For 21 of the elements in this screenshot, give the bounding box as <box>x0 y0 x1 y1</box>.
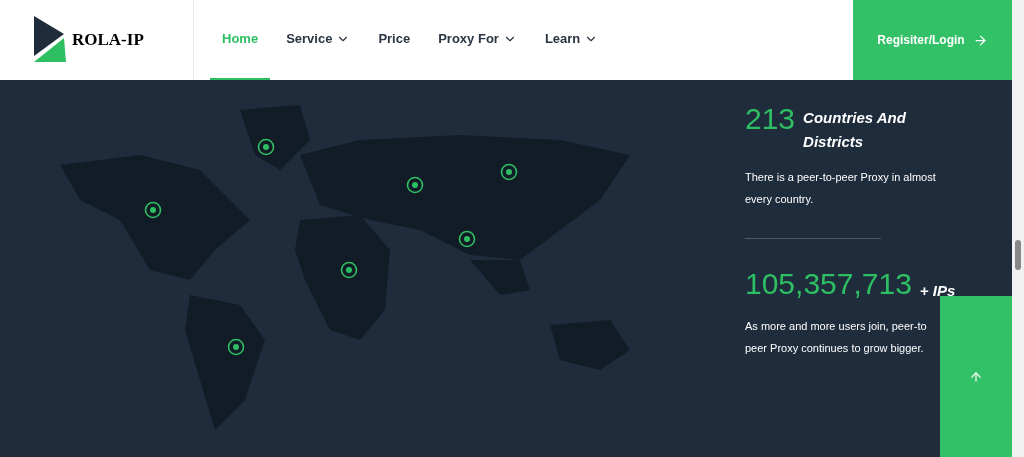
location-pin-icon <box>406 176 424 194</box>
logo-text: ROLA-IP <box>72 29 144 52</box>
logo-icon <box>32 16 68 64</box>
stat-description: As more and more users join, peer-to peer Proxy continues to grow bigger. <box>745 319 928 356</box>
location-pin-icon <box>340 261 358 279</box>
location-pin-icon <box>227 338 245 356</box>
nav-link[interactable]: Learn <box>532 0 611 80</box>
nav-link[interactable]: Price <box>366 0 423 80</box>
stat-number: 105,357,713 <box>745 267 912 301</box>
stat-label: Countries And Districts <box>803 108 907 152</box>
arrow-right-icon <box>972 32 988 48</box>
stat-number: 213 <box>745 102 796 136</box>
nav-link[interactable]: Proxy For <box>426 0 529 80</box>
location-pin-icon <box>257 138 275 156</box>
stat-label: + IPs <box>919 281 956 301</box>
location-pin-icon <box>458 230 476 248</box>
location-pin-icon <box>144 201 162 219</box>
scrollbar[interactable] <box>1012 0 1024 457</box>
nav-link[interactable]: Service <box>274 0 363 80</box>
location-pin-icon <box>500 163 518 181</box>
stat-description: There is a peer-to-peer Proxy in almost every country. <box>745 170 937 207</box>
